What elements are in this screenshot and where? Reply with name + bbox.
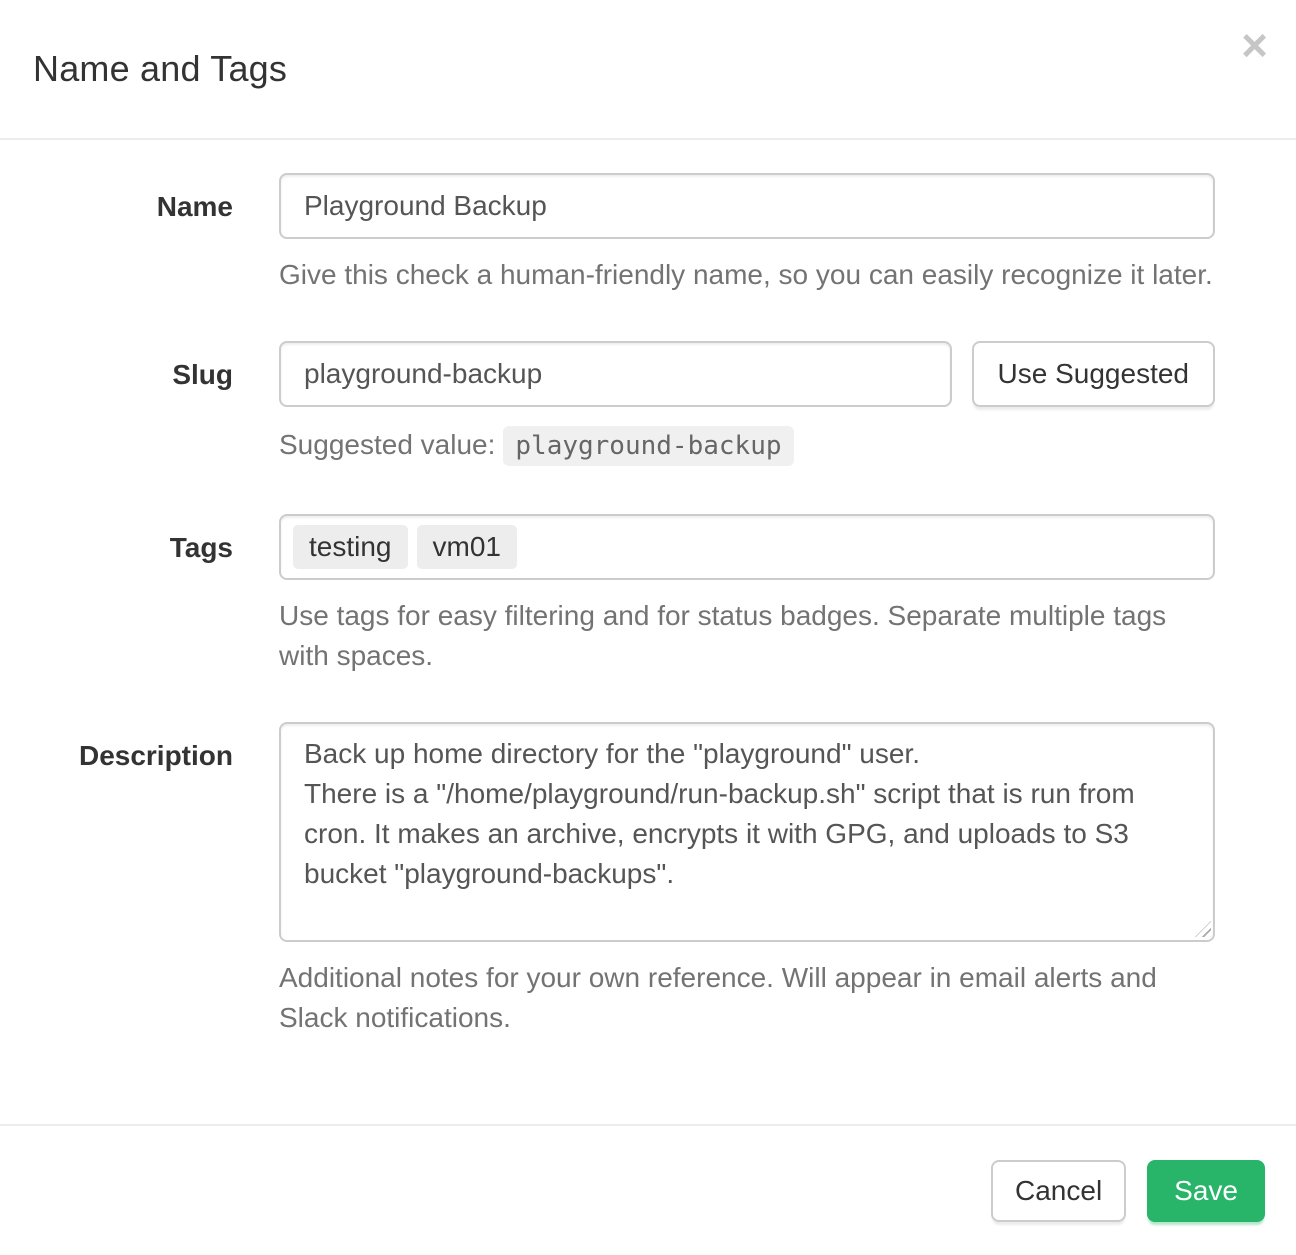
tags-label: Tags <box>30 514 233 676</box>
description-textarea-wrap: Back up home directory for the "playgrou… <box>279 722 1215 942</box>
name-and-tags-dialog: Name and Tags × Name Give this check a h… <box>0 0 1296 1254</box>
use-suggested-button[interactable]: Use Suggested <box>972 341 1215 407</box>
description-form-group: Description Back up home directory for t… <box>30 722 1215 1038</box>
save-button[interactable]: Save <box>1147 1160 1265 1222</box>
name-input[interactable] <box>279 173 1215 239</box>
tags-input[interactable]: testing vm01 <box>279 514 1215 580</box>
slug-label: Slug <box>30 341 233 468</box>
slug-input-row: Use Suggested <box>279 341 1215 407</box>
close-icon[interactable]: × <box>1241 22 1268 68</box>
suggested-value-line: Suggested value: playground-backup <box>279 423 1215 468</box>
suggested-value-code: playground-backup <box>503 426 793 466</box>
description-help-text: Additional notes for your own reference.… <box>279 958 1215 1038</box>
name-help-text: Give this check a human-friendly name, s… <box>279 255 1215 295</box>
tags-field-column: testing vm01 Use tags for easy filtering… <box>279 514 1215 676</box>
suggested-value-prefix: Suggested value: <box>279 429 495 460</box>
dialog-footer: Cancel Save <box>0 1124 1296 1255</box>
dialog-title: Name and Tags <box>33 48 287 90</box>
slug-field-column: Use Suggested Suggested value: playground… <box>279 341 1215 468</box>
dialog-header: Name and Tags × <box>0 0 1296 140</box>
name-form-group: Name Give this check a human-friendly na… <box>30 173 1215 295</box>
slug-form-group: Slug Use Suggested Suggested value: playg… <box>30 341 1215 468</box>
description-field-column: Back up home directory for the "playgrou… <box>279 722 1215 1038</box>
dialog-body: Name Give this check a human-friendly na… <box>0 140 1296 1124</box>
name-label: Name <box>30 173 233 295</box>
tag-chip: testing <box>293 525 408 569</box>
name-field-column: Give this check a human-friendly name, s… <box>279 173 1215 295</box>
tag-chip: vm01 <box>417 525 517 569</box>
description-label: Description <box>30 722 233 1038</box>
cancel-button[interactable]: Cancel <box>991 1160 1126 1222</box>
tags-help-text: Use tags for easy filtering and for stat… <box>279 596 1215 676</box>
description-textarea[interactable]: Back up home directory for the "playgrou… <box>279 722 1215 942</box>
slug-input[interactable] <box>279 341 952 407</box>
tags-form-group: Tags testing vm01 Use tags for easy filt… <box>30 514 1215 676</box>
